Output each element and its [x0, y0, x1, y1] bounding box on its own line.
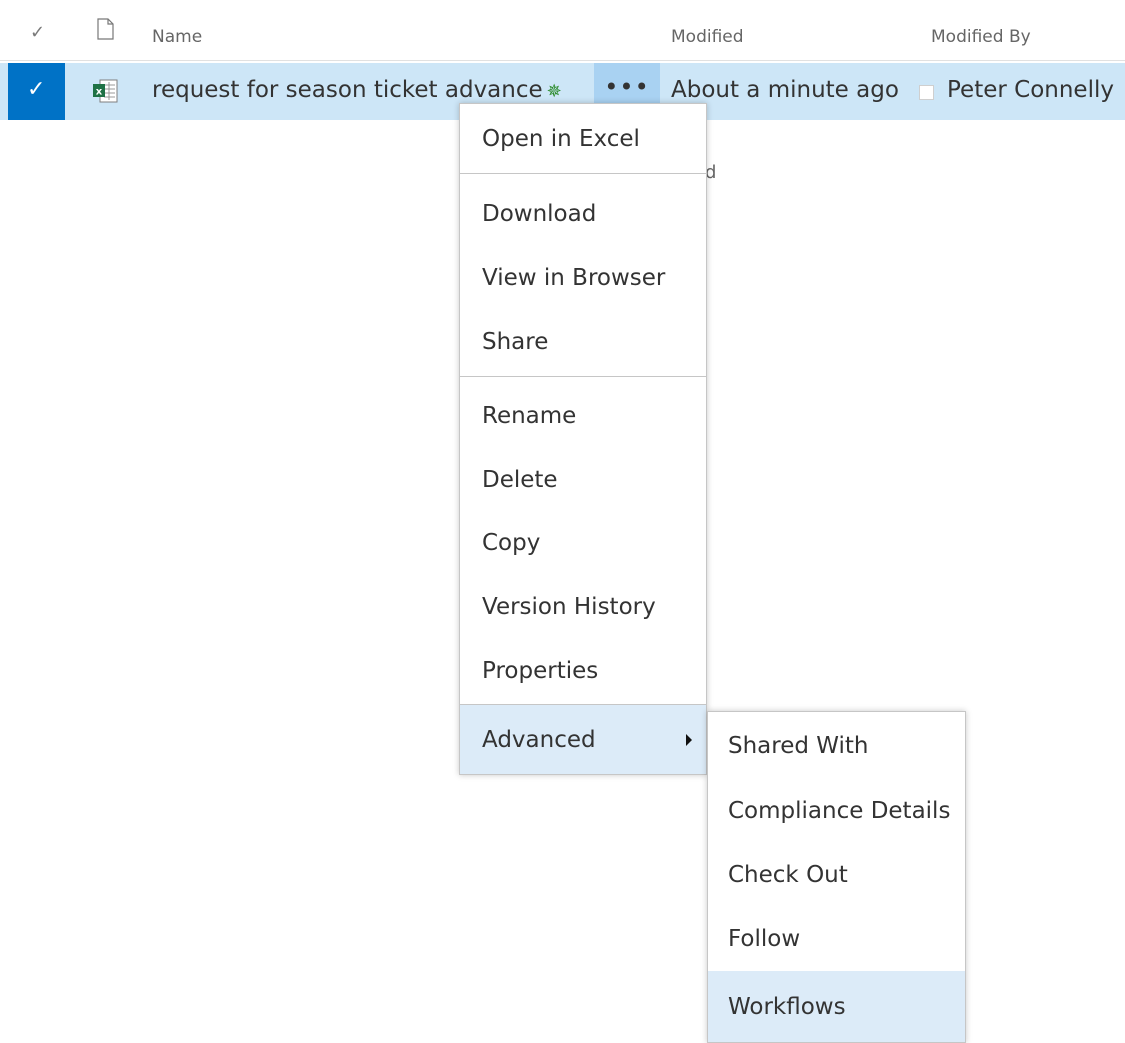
menu-item-advanced[interactable]: Advanced: [460, 705, 706, 774]
presence-indicator-icon: [919, 85, 934, 100]
context-menu: Open in Excel Download View in Browser S…: [459, 103, 707, 775]
menu-item-download[interactable]: Download: [460, 181, 706, 246]
menu-separator: [460, 173, 706, 174]
advanced-submenu: Shared With Compliance Details Check Out…: [707, 711, 966, 1043]
excel-file-icon: x: [93, 79, 118, 103]
submenu-arrow-icon: [686, 733, 692, 746]
document-name-link[interactable]: request for season ticket advance ✵: [152, 77, 562, 103]
menu-item-open-in-excel[interactable]: Open in Excel: [460, 104, 706, 173]
menu-item-workflows[interactable]: Workflows: [708, 971, 965, 1042]
menu-item-delete[interactable]: Delete: [460, 448, 706, 511]
svg-text:x: x: [96, 87, 103, 98]
checkmark-icon: ✓: [27, 77, 46, 102]
menu-item-view-in-browser[interactable]: View in Browser: [460, 246, 706, 310]
list-header: ✓ Name Modified Modified By: [0, 0, 1125, 61]
menu-item-shared-with[interactable]: Shared With: [708, 712, 965, 779]
select-all-checkmark-icon[interactable]: ✓: [30, 22, 45, 43]
new-item-icon: ✵: [546, 81, 562, 102]
document-type-icon: [97, 18, 114, 40]
column-header-modified-by[interactable]: Modified By: [931, 27, 1031, 47]
menu-item-rename[interactable]: Rename: [460, 384, 706, 448]
menu-item-check-out[interactable]: Check Out: [708, 843, 965, 907]
menu-item-copy[interactable]: Copy: [460, 511, 706, 575]
column-header-modified[interactable]: Modified: [671, 27, 744, 47]
menu-item-share[interactable]: Share: [460, 310, 706, 374]
menu-item-compliance-details[interactable]: Compliance Details: [708, 779, 965, 843]
menu-separator: [460, 376, 706, 377]
menu-item-version-history[interactable]: Version History: [460, 575, 706, 639]
column-header-name[interactable]: Name: [152, 27, 202, 47]
menu-item-follow[interactable]: Follow: [708, 907, 965, 971]
row-select-checkbox[interactable]: ✓: [8, 63, 65, 120]
menu-item-properties[interactable]: Properties: [460, 639, 706, 702]
modified-value: About a minute ago: [671, 77, 899, 103]
modified-by-value[interactable]: Peter Connelly: [947, 77, 1114, 103]
